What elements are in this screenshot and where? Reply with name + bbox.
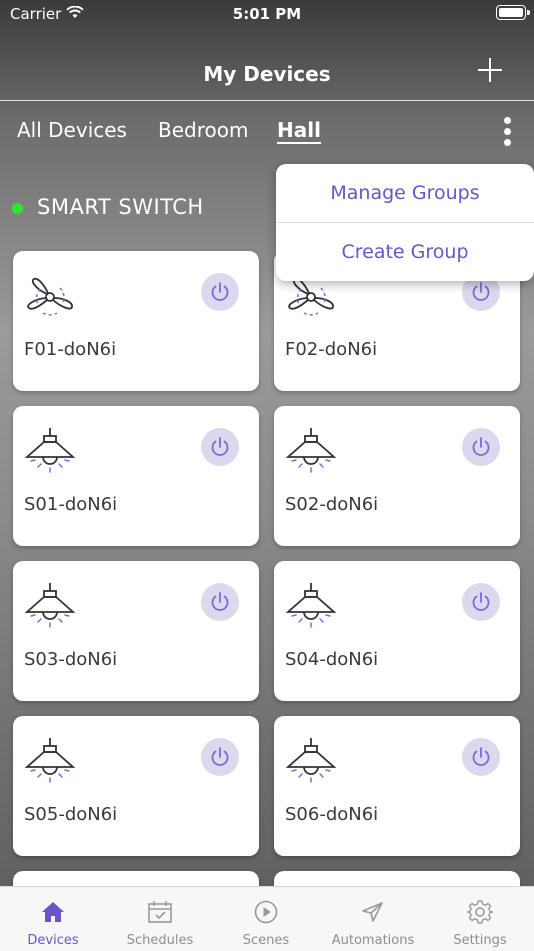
device-card[interactable]: S04-doN6i xyxy=(274,561,520,701)
ceiling-fan-icon xyxy=(27,277,73,316)
power-icon xyxy=(472,282,490,301)
manage-groups-menu-item[interactable]: Manage Groups xyxy=(276,164,534,222)
device-card[interactable]: F01-doN6i xyxy=(13,251,259,391)
power-icon xyxy=(472,592,490,611)
plus-icon[interactable] xyxy=(478,58,502,82)
device-card[interactable]: S06-doN6i xyxy=(274,716,520,856)
device-name: F01-doN6i xyxy=(24,339,117,360)
tab-scenes[interactable]: Scenes xyxy=(213,887,319,951)
pendant-lamp-icon xyxy=(285,428,337,473)
bottom-tab-bar: Devices Schedules Scenes Automations Set… xyxy=(0,886,534,951)
status-dot xyxy=(12,203,23,214)
pendant-lamp-icon xyxy=(24,583,76,628)
play-circle-icon xyxy=(254,900,278,924)
tab-bedroom[interactable]: Bedroom xyxy=(158,118,248,142)
pendant-lamp-icon xyxy=(24,738,76,783)
tab-label: Devices xyxy=(27,933,79,948)
power-button[interactable] xyxy=(201,738,239,776)
device-name: S05-doN6i xyxy=(24,804,118,825)
status-bar: Carrier 5:01 PM xyxy=(0,0,534,28)
power-button[interactable] xyxy=(201,273,239,311)
tab-label: Schedules xyxy=(126,933,194,948)
clock: 5:01 PM xyxy=(232,5,302,23)
power-button[interactable] xyxy=(201,583,239,621)
battery-icon xyxy=(496,5,530,20)
gear-icon xyxy=(467,900,493,924)
more-options-icon[interactable] xyxy=(502,116,512,148)
device-name: S06-doN6i xyxy=(285,804,379,825)
calendar-icon xyxy=(148,901,172,923)
pendant-lamp-icon xyxy=(24,428,76,473)
tab-label: Settings xyxy=(453,933,507,948)
tab-devices[interactable]: Devices xyxy=(0,887,106,951)
device-name: S02-doN6i xyxy=(285,494,379,515)
device-name: S01-doN6i xyxy=(24,494,118,515)
tab-automations[interactable]: Automations xyxy=(320,887,426,951)
create-group-menu-item[interactable]: Create Group xyxy=(276,223,534,281)
page-title: My Devices xyxy=(203,62,331,86)
tab-all-devices[interactable]: All Devices xyxy=(17,118,127,142)
power-icon xyxy=(211,747,229,766)
device-name: F02-doN6i xyxy=(285,339,378,360)
send-icon xyxy=(362,902,383,922)
power-icon xyxy=(472,747,490,766)
power-icon xyxy=(472,437,490,456)
device-card[interactable]: S02-doN6i xyxy=(274,406,520,546)
device-name: S03-doN6i xyxy=(24,649,118,670)
device-name: S04-doN6i xyxy=(285,649,379,670)
nav-divider xyxy=(0,100,534,101)
home-icon xyxy=(42,902,64,922)
power-icon xyxy=(211,437,229,456)
tab-label: Scenes xyxy=(242,933,290,948)
device-card[interactable]: S03-doN6i xyxy=(13,561,259,701)
power-icon xyxy=(211,592,229,611)
pendant-lamp-icon xyxy=(285,738,337,783)
section-title: SMART SWITCH xyxy=(37,195,204,219)
power-button[interactable] xyxy=(201,428,239,466)
pendant-lamp-icon xyxy=(285,583,337,628)
power-icon xyxy=(211,282,229,301)
device-card[interactable]: S01-doN6i xyxy=(13,406,259,546)
tab-schedules[interactable]: Schedules xyxy=(107,887,213,951)
power-button[interactable] xyxy=(462,428,500,466)
tab-settings[interactable]: Settings xyxy=(427,887,533,951)
power-button[interactable] xyxy=(462,738,500,776)
tab-label: Automations xyxy=(331,933,415,948)
group-menu: Manage Groups Create Group xyxy=(276,164,534,281)
tab-hall[interactable]: Hall xyxy=(277,118,321,142)
device-card[interactable]: S05-doN6i xyxy=(13,716,259,856)
power-button[interactable] xyxy=(462,583,500,621)
